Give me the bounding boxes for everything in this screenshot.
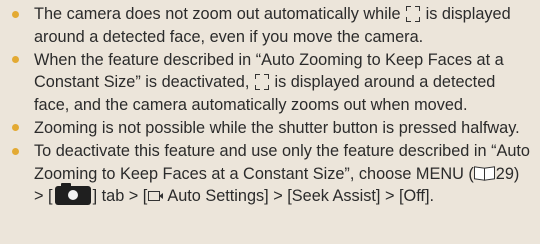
movie-icon <box>147 189 164 202</box>
note-item: When the feature described in “Auto Zoom… <box>5 49 532 117</box>
page-reference[interactable]: 29 <box>496 165 514 183</box>
note-item: The camera does not zoom out automatical… <box>5 3 532 48</box>
note-text: Auto Settings] > [Seek Assist] > [Off]. <box>167 187 434 206</box>
note-text: The camera does not zoom out automatical… <box>34 5 401 23</box>
bullet-icon <box>12 147 19 155</box>
bullet-icon <box>12 56 19 64</box>
note-item: Zooming is not possible while the shutte… <box>5 117 532 140</box>
book-icon <box>474 167 496 180</box>
bullet-icon <box>12 124 19 132</box>
note-text: Zooming is not possible while the shutte… <box>34 118 520 137</box>
face-frame-icon <box>406 6 421 22</box>
face-frame-icon <box>254 74 269 91</box>
note-text: To deactivate this feature and use only … <box>34 142 530 183</box>
notes-list: The camera does not zoom out automatical… <box>0 0 540 208</box>
bullet-icon <box>12 10 19 18</box>
note-text: ] tab > [ <box>92 187 148 206</box>
note-item: To deactivate this feature and use only … <box>5 140 532 208</box>
camera-icon <box>54 183 91 206</box>
